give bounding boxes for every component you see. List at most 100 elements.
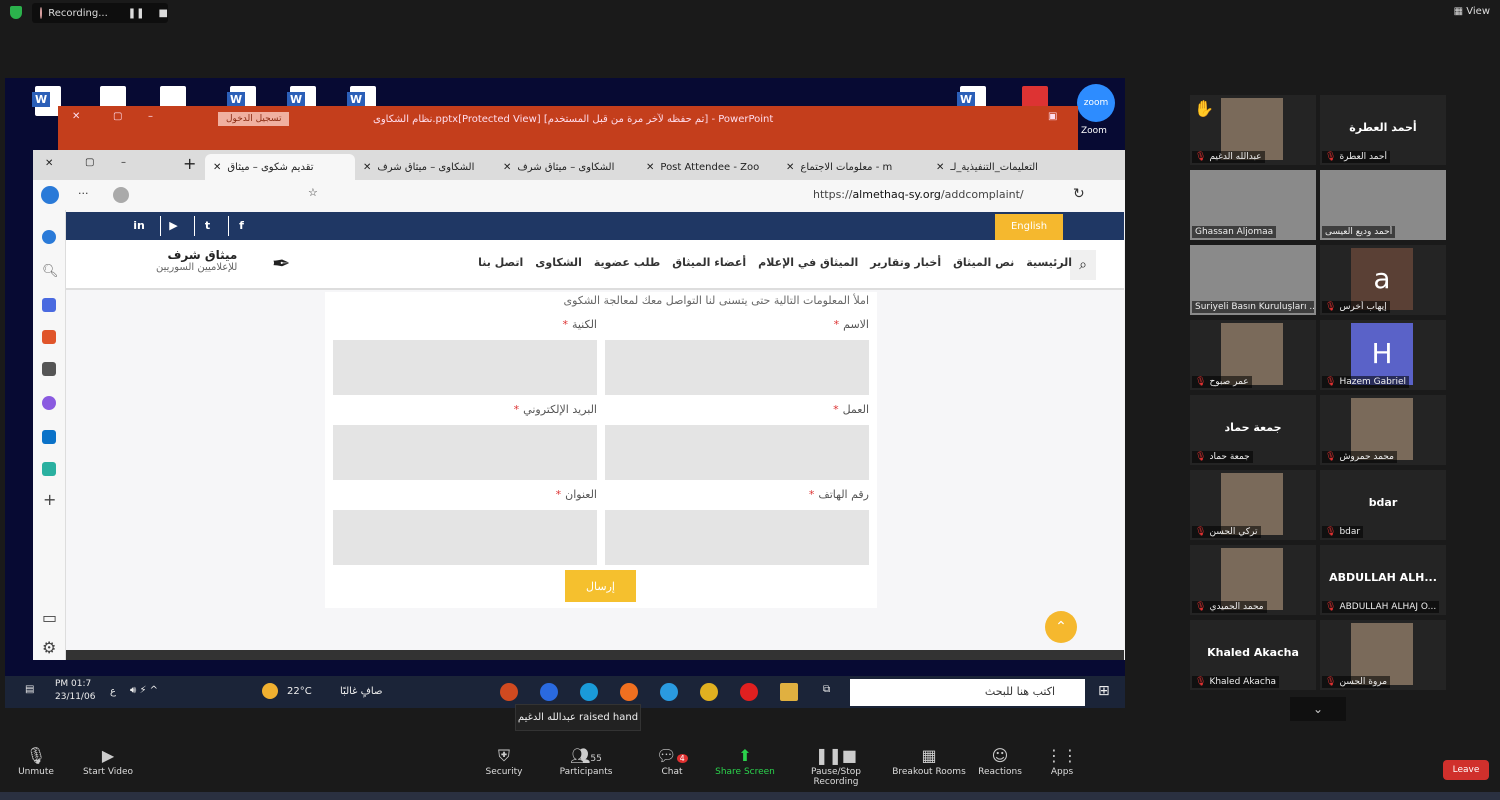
nav-charter-text[interactable]: نص الميثاق (953, 256, 1014, 269)
participant-tile[interactable]: a 🎙︎ إيهاب أخرس (1320, 245, 1446, 315)
opera-taskbar-icon[interactable] (740, 683, 758, 701)
address-input[interactable] (333, 510, 597, 565)
nav-home[interactable]: الرئيسية (1026, 256, 1072, 269)
add-icon[interactable]: + (43, 490, 56, 509)
games-icon[interactable] (42, 362, 56, 376)
chrome-taskbar-icon[interactable] (700, 683, 718, 701)
participant-tile[interactable]: 🎙︎ محمد حمروش (1320, 395, 1446, 465)
pause-stop-recording-button[interactable]: ❚❚■ Pause/Stop Recording (791, 745, 881, 787)
tab-post-attendee[interactable]: ✕ Post Attendee - Zoo (638, 154, 768, 180)
site-logo[interactable]: ميثاق شرف للإعلاميين السوريين (156, 248, 237, 273)
facebook-icon[interactable]: f (228, 216, 254, 236)
powerpoint-taskbar-icon[interactable] (500, 683, 518, 701)
nav-complaints[interactable]: الشكاوى (535, 256, 582, 269)
windows-search-box[interactable]: اكتب هنا للبحث (850, 679, 1085, 706)
profile-icon[interactable] (113, 187, 129, 203)
tab-add-complaint[interactable]: ✕ تقديم شكوى – ميثاق (205, 154, 355, 180)
file-explorer-icon[interactable] (780, 683, 798, 701)
copilot-icon[interactable] (41, 186, 59, 204)
windows-start-icon[interactable]: ⊞ (1098, 683, 1110, 699)
security-button[interactable]: ⛨ Security (459, 745, 549, 777)
view-button[interactable]: ▦ View (1454, 6, 1490, 17)
participants-button[interactable]: 👥︎55 Participants (541, 745, 631, 777)
telegram-taskbar-icon[interactable] (660, 683, 678, 701)
language-indicator[interactable]: ع (110, 686, 116, 697)
participant-tile[interactable]: 🎙︎ محمد الحميدي (1190, 545, 1316, 615)
new-tab-button[interactable]: + (183, 154, 196, 173)
apps-button[interactable]: ⋮⋮ Apps (1017, 745, 1107, 777)
save-icon[interactable]: ▣ (1048, 111, 1057, 122)
participant-tile[interactable]: ✋ 🎙︎ عبدالله الدغيم (1190, 95, 1316, 165)
shopping-tag-icon[interactable] (42, 298, 56, 312)
participant-tile[interactable]: Khaled Akacha 🎙︎ Khaled Akacha (1190, 620, 1316, 690)
linkedin-icon[interactable]: in (126, 216, 152, 236)
participant-tile[interactable]: 🎙︎ مروة الحسن (1320, 620, 1446, 690)
minimize-icon[interactable]: – (148, 111, 153, 122)
refresh-icon[interactable]: ↻ (1073, 186, 1085, 202)
minimize-icon[interactable]: – (121, 157, 126, 168)
share-screen-button[interactable]: ⬆ Share Screen (700, 745, 790, 777)
participant-tile[interactable]: Ghassan Aljomaa (1190, 170, 1316, 240)
maximize-icon[interactable]: ▢ (85, 157, 94, 168)
horizontal-scrollbar[interactable] (66, 650, 1124, 660)
tab-complaints[interactable]: ✕ الشكاوى – ميثاق شرف (355, 154, 495, 180)
submit-button[interactable]: إرسال (565, 570, 636, 602)
close-icon[interactable]: ✕ (72, 111, 80, 122)
nav-media[interactable]: الميثاق في الإعلام (758, 256, 858, 269)
zoom-app-icon[interactable]: zoom (1077, 84, 1115, 122)
notifications-icon[interactable]: ▤ (25, 684, 34, 695)
close-window-icon[interactable]: ✕ (45, 158, 53, 169)
clock-time[interactable]: PM 01:7 (55, 679, 91, 689)
favorite-star-icon[interactable]: ☆ (308, 186, 318, 199)
zoom-taskbar-icon[interactable] (540, 683, 558, 701)
participant-tile[interactable]: H 🎙︎ Hazem Gabriel (1320, 320, 1446, 390)
maximize-icon[interactable]: ▢ (113, 111, 122, 122)
clock-date[interactable]: 23/11/06 (55, 692, 95, 702)
more-participants-chevron-icon[interactable]: ⌄ (1290, 697, 1346, 721)
email-input[interactable] (333, 425, 597, 480)
m365-icon[interactable] (42, 396, 56, 410)
scroll-to-top-button[interactable]: ⌃ (1045, 611, 1077, 643)
twitter-icon[interactable]: t (194, 216, 220, 236)
start-video-button[interactable]: ▶ Start Video (63, 745, 153, 777)
name-input[interactable] (605, 340, 869, 395)
participant-tile[interactable]: أحمد العطرة 🎙︎ أحمد العطرة (1320, 95, 1446, 165)
leave-button[interactable]: Leave (1443, 760, 1489, 780)
youtube-icon[interactable]: ▶ (160, 216, 186, 236)
task-view-icon[interactable]: ⧉ (823, 684, 830, 695)
nav-contact[interactable]: اتصل بنا (478, 256, 523, 269)
nav-news[interactable]: أخبار وتقارير (870, 256, 941, 269)
bell-icon[interactable] (42, 230, 56, 244)
participant-tile[interactable]: 🎙︎ عمر صبوح (1190, 320, 1316, 390)
firefox-taskbar-icon[interactable] (620, 683, 638, 701)
site-search-icon[interactable]: ⌕ (1070, 250, 1096, 280)
outlook-icon[interactable] (42, 430, 56, 444)
surname-input[interactable] (333, 340, 597, 395)
participant-tile[interactable]: جمعة حماد 🎙︎ جمعة حماد (1190, 395, 1316, 465)
url-field[interactable]: https://almethaq-sy.org/addcomplaint/ (813, 188, 1024, 201)
nav-members[interactable]: أعضاء الميثاق (672, 256, 746, 269)
participant-tile[interactable]: 🎙︎ تركي الحسن (1190, 470, 1316, 540)
participant-tile[interactable]: أحمد وديع العيسى (1320, 170, 1446, 240)
close-tab-icon[interactable]: ✕ (213, 162, 221, 173)
participant-tile[interactable]: ABDULLAH ALH... 🎙︎ ABDULLAH ALHAJ O... (1320, 545, 1446, 615)
english-language-button[interactable]: English (995, 214, 1063, 240)
phone-input[interactable] (605, 510, 869, 565)
participant-tile[interactable]: bdar 🎙︎ bdar (1320, 470, 1446, 540)
nav-membership[interactable]: طلب عضوية (594, 256, 660, 269)
stop-recording-button[interactable]: ■ (159, 8, 168, 19)
edge-taskbar-icon[interactable] (580, 683, 598, 701)
participant-tile[interactable]: Suriyeli Basın Kuruluşları ... (1190, 245, 1316, 315)
tab-complaints-2[interactable]: ✕ الشكاوى – ميثاق شرف (495, 154, 635, 180)
tab-meeting-info[interactable]: ✕ معلومات الاجتماع - m (778, 154, 928, 180)
search-icon[interactable]: 🔍︎ (42, 264, 59, 279)
weather-icon[interactable] (262, 683, 278, 699)
more-icon[interactable]: ··· (78, 187, 89, 200)
settings-gear-icon[interactable]: ⚙ (42, 638, 56, 657)
pause-recording-button[interactable]: ❚❚ (128, 8, 145, 19)
sidebar-toggle-icon[interactable]: ▭ (42, 608, 57, 627)
tools-icon[interactable] (42, 330, 56, 344)
tab-instructions[interactable]: ✕ التعليمات_التنفيذية_لـ (928, 154, 1068, 180)
drop-icon[interactable] (42, 462, 56, 476)
sign-in-button[interactable]: تسجيل الدخول (218, 112, 290, 126)
